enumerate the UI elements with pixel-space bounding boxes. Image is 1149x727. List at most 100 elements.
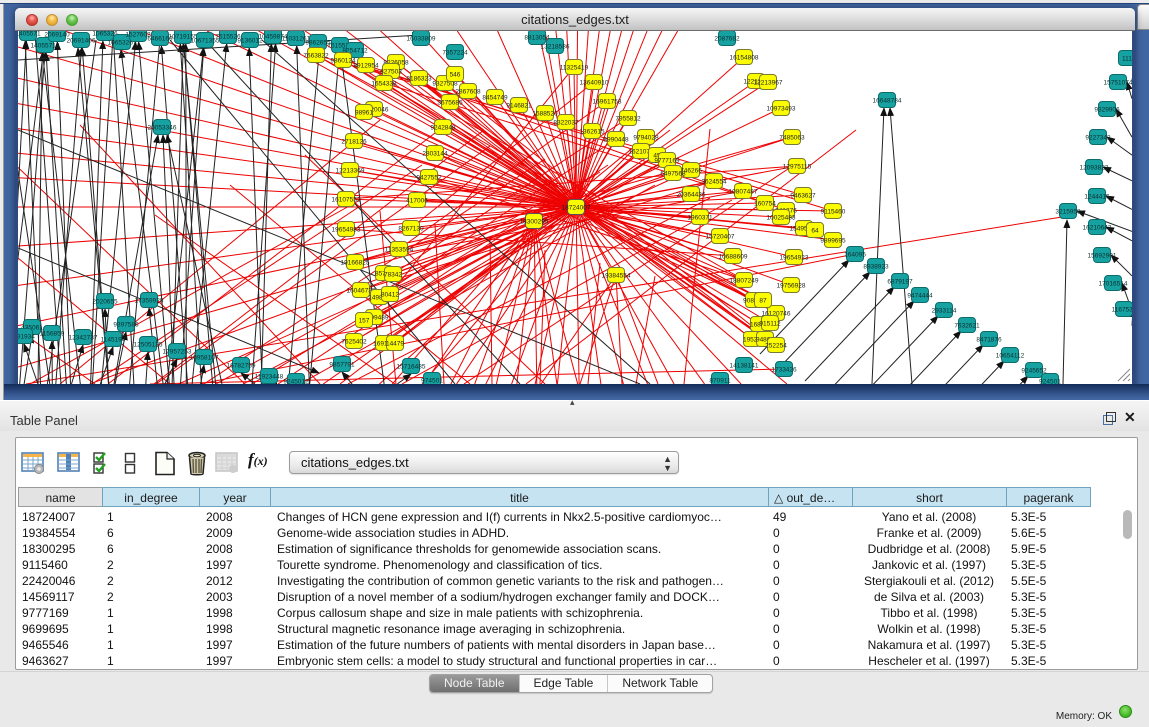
svg-text:7625402: 7625402 xyxy=(341,339,367,346)
svg-text:17016514: 17016514 xyxy=(1099,281,1128,288)
svg-text:2718126: 2718126 xyxy=(341,139,367,146)
svg-text:98961: 98961 xyxy=(355,110,373,117)
svg-text:20691406: 20691406 xyxy=(67,38,96,45)
svg-text:1654338: 1654338 xyxy=(371,81,397,88)
svg-text:1167534: 1167534 xyxy=(1112,307,1132,314)
svg-text:2087682: 2087682 xyxy=(714,36,740,43)
svg-text:827503: 827503 xyxy=(380,69,402,76)
svg-text:18724007: 18724007 xyxy=(562,205,591,212)
svg-text:1960371: 1960371 xyxy=(687,215,713,222)
svg-text:12213369: 12213369 xyxy=(336,168,365,175)
svg-text:160754: 160754 xyxy=(754,201,776,208)
svg-text:3215958: 3215958 xyxy=(1055,209,1081,216)
svg-text:9777169: 9777169 xyxy=(654,158,680,165)
svg-text:15716485: 15716485 xyxy=(397,364,426,371)
svg-text:7357224: 7357224 xyxy=(442,50,468,57)
svg-text:8912954: 8912954 xyxy=(353,63,379,70)
svg-text:3675685: 3675685 xyxy=(437,100,463,107)
svg-text:2803144: 2803144 xyxy=(422,151,448,158)
svg-text:20364436: 20364436 xyxy=(677,192,706,199)
svg-text:2020655: 2020655 xyxy=(92,299,118,306)
svg-text:14055713: 14055713 xyxy=(31,43,60,50)
svg-text:7663822: 7663822 xyxy=(303,53,329,60)
svg-text:16961758: 16961758 xyxy=(593,99,622,106)
svg-text:9146821: 9146821 xyxy=(506,103,532,110)
svg-text:10807487: 10807487 xyxy=(729,189,758,196)
svg-text:64: 64 xyxy=(811,228,819,235)
svg-text:9857791: 9857791 xyxy=(329,362,355,369)
svg-text:6879197: 6879197 xyxy=(887,279,913,286)
svg-text:16210643: 16210643 xyxy=(1083,225,1112,232)
svg-text:10654112: 10654112 xyxy=(996,353,1025,360)
svg-text:1145194: 1145194 xyxy=(101,337,126,344)
svg-text:164095: 164095 xyxy=(844,252,866,259)
svg-text:18300295: 18300295 xyxy=(520,219,549,226)
svg-text:15692901: 15692901 xyxy=(1088,253,1117,260)
svg-text:391934: 391934 xyxy=(18,334,35,341)
svg-text:12093823: 12093823 xyxy=(1080,165,1109,172)
svg-text:17359928: 17359928 xyxy=(135,298,164,305)
svg-text:7632621: 7632621 xyxy=(954,323,980,330)
svg-text:15720407: 15720407 xyxy=(706,234,735,241)
svg-text:78342: 78342 xyxy=(384,272,402,279)
svg-text:17957253: 17957253 xyxy=(163,349,192,356)
svg-text:2933114: 2933114 xyxy=(932,308,957,315)
svg-text:9227342: 9227342 xyxy=(1085,135,1111,142)
svg-text:16154808: 16154808 xyxy=(730,55,759,62)
svg-text:10973493: 10973493 xyxy=(767,106,796,113)
svg-text:12342737: 12342737 xyxy=(69,335,98,342)
svg-text:16033809: 16033809 xyxy=(407,36,436,43)
svg-text:252254: 252254 xyxy=(765,343,787,350)
svg-text:9794028: 9794028 xyxy=(633,135,659,142)
svg-text:14138141: 14138141 xyxy=(730,363,759,370)
svg-text:157: 157 xyxy=(359,318,370,325)
svg-text:8990448: 8990448 xyxy=(603,137,629,144)
svg-text:8471876: 8471876 xyxy=(976,337,1002,344)
svg-text:19756928: 19756928 xyxy=(777,283,806,290)
svg-text:8938923: 8938923 xyxy=(863,264,889,271)
svg-text:12975115: 12975115 xyxy=(783,164,812,171)
svg-text:19384554: 19384554 xyxy=(602,273,631,280)
svg-text:9329906: 9329906 xyxy=(1094,107,1120,114)
svg-text:7485063: 7485063 xyxy=(779,135,805,142)
svg-text:111: 111 xyxy=(1122,56,1132,63)
svg-text:546: 546 xyxy=(450,72,461,79)
svg-text:11325419: 11325419 xyxy=(560,65,589,72)
svg-text:16107552: 16107552 xyxy=(332,197,361,204)
svg-text:10958107: 10958107 xyxy=(190,355,219,362)
svg-text:8267130: 8267130 xyxy=(398,226,424,233)
svg-text:19166825: 19166825 xyxy=(341,260,370,267)
svg-text:18807249: 18807249 xyxy=(730,278,759,285)
svg-text:8186323: 8186323 xyxy=(406,76,432,83)
svg-text:87: 87 xyxy=(759,298,767,305)
svg-text:1244415: 1244415 xyxy=(1084,194,1110,201)
svg-text:8322037: 8322037 xyxy=(553,120,579,127)
svg-text:12505135: 12505135 xyxy=(134,342,163,349)
svg-text:13640910: 13640910 xyxy=(580,80,609,87)
svg-text:1362615: 1362615 xyxy=(579,129,605,136)
svg-text:8454749: 8454749 xyxy=(482,95,508,102)
svg-text:9397586: 9397586 xyxy=(113,322,139,329)
svg-text:15751074: 15751074 xyxy=(1104,80,1132,87)
svg-text:1405571: 1405571 xyxy=(18,31,41,38)
svg-text:9427552: 9427552 xyxy=(416,175,442,182)
svg-text:7955812: 7955812 xyxy=(615,116,641,123)
svg-text:2867608: 2867608 xyxy=(455,89,481,96)
svg-text:9899695: 9899695 xyxy=(820,238,846,245)
svg-text:16648784: 16648784 xyxy=(873,98,902,105)
svg-text:1156859: 1156859 xyxy=(40,331,65,338)
svg-text:11923448: 11923448 xyxy=(255,374,284,381)
svg-text:6497568: 6497568 xyxy=(660,171,686,178)
svg-text:9463627: 9463627 xyxy=(790,193,816,200)
svg-text:1733426: 1733426 xyxy=(771,367,797,374)
svg-text:14479: 14479 xyxy=(386,341,404,348)
svg-text:19654923: 19654923 xyxy=(780,255,809,262)
svg-text:19654983: 19654983 xyxy=(332,227,361,234)
svg-text:9242848: 9242848 xyxy=(430,125,456,132)
svg-text:11353594: 11353594 xyxy=(385,247,414,254)
svg-text:3624554: 3624554 xyxy=(701,179,727,186)
svg-text:9115460: 9115460 xyxy=(821,209,846,216)
svg-text:16782759: 16782759 xyxy=(227,363,256,370)
svg-text:80412: 80412 xyxy=(381,292,399,299)
svg-text:20053346: 20053346 xyxy=(148,125,177,132)
